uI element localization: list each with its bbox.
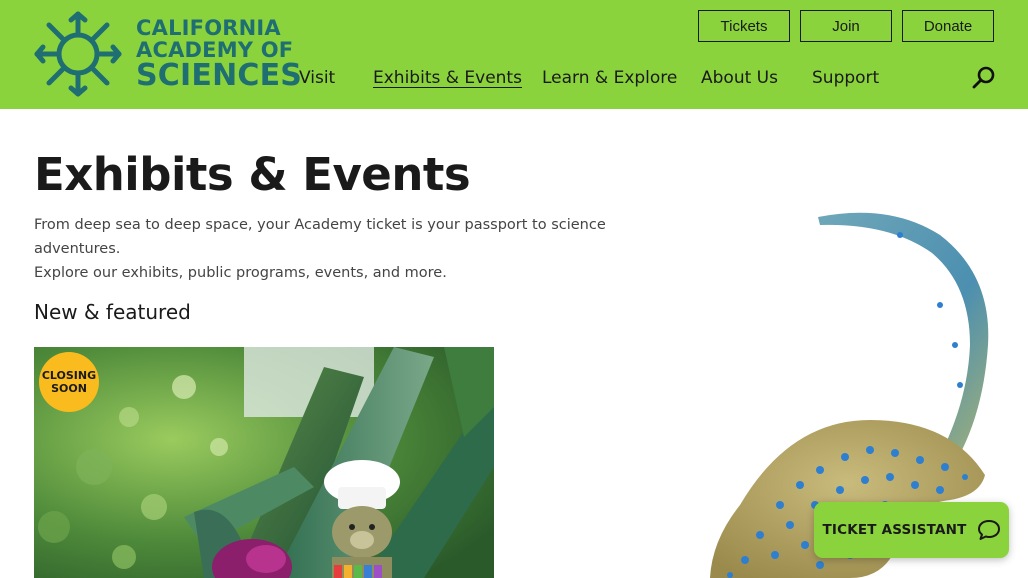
intro-line-2: Explore our exhibits, public programs, e… (34, 265, 447, 281)
logo-wordmark[interactable]: CALIFORNIA ACADEMY OF SCIENCES (136, 18, 302, 91)
badge-line-2: SOON (51, 382, 87, 395)
section-heading-new-featured: New & featured (34, 300, 191, 324)
logo-line-3: SCIENCES (136, 58, 303, 93)
page-title: Exhibits & Events (34, 148, 471, 201)
nav-item-learn-explore[interactable]: Learn & Explore (542, 68, 677, 88)
closing-soon-badge: CLOSING SOON (39, 352, 99, 412)
featured-photo (34, 347, 494, 578)
nav-item-visit[interactable]: Visit (299, 68, 335, 88)
page-intro: From deep sea to deep space, your Academ… (34, 213, 654, 285)
site-header: CALIFORNIA ACADEMY OF SCIENCES Tickets J… (0, 0, 1028, 109)
intro-line-1: From deep sea to deep space, your Academ… (34, 217, 606, 257)
donate-button[interactable]: Donate (902, 10, 994, 42)
tickets-button[interactable]: Tickets (698, 10, 790, 42)
join-button[interactable]: Join (800, 10, 892, 42)
logo-line-1: CALIFORNIA (136, 16, 281, 40)
nav-item-about-us[interactable]: About Us (701, 68, 778, 88)
ticket-assistant-label: TICKET ASSISTANT (822, 522, 967, 538)
featured-card-image[interactable] (34, 347, 494, 578)
chat-bubble-icon (977, 520, 1000, 540)
nav-item-support[interactable]: Support (812, 68, 879, 88)
ticket-assistant-button[interactable]: TICKET ASSISTANT (814, 502, 1009, 558)
search-icon[interactable] (972, 66, 996, 90)
nav-item-exhibits-events[interactable]: Exhibits & Events (373, 68, 522, 88)
academy-logo-icon[interactable] (33, 10, 123, 98)
badge-line-1: CLOSING (41, 369, 97, 382)
